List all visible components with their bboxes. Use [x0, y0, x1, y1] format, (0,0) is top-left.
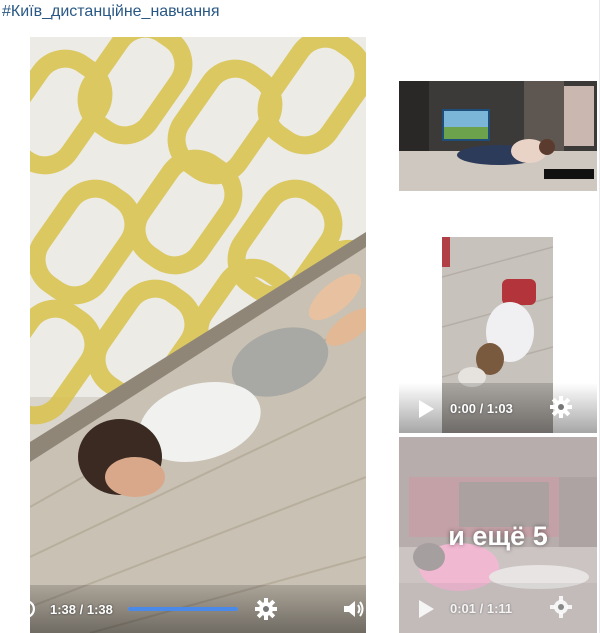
progress-bar[interactable]	[128, 607, 238, 611]
gear-icon[interactable]	[549, 595, 573, 619]
gear-icon[interactable]	[549, 395, 573, 419]
video-time: 0:00 / 1:03	[450, 401, 513, 416]
progress-fill	[128, 607, 238, 611]
gear-icon[interactable]	[254, 597, 278, 621]
photo-frame	[399, 81, 597, 191]
video-time: 1:38 / 1:38	[50, 602, 113, 617]
more-photos-label[interactable]: и ещё 5	[399, 521, 597, 552]
play-icon[interactable]	[417, 599, 435, 619]
main-video-frame	[30, 37, 366, 633]
thumbnail-video-more[interactable]: и ещё 5 0:01 / 1:11	[399, 437, 597, 633]
hashtag-link[interactable]: #Київ_дистанційне_навчання	[2, 1, 220, 23]
replay-icon[interactable]	[30, 597, 38, 621]
volume-icon[interactable]	[342, 597, 366, 621]
main-video-player[interactable]: 1:38 / 1:38	[30, 37, 366, 633]
thumbnail-photo[interactable]	[399, 81, 597, 191]
video-controls: 0:00 / 1:03	[399, 383, 597, 433]
video-controls: 1:38 / 1:38	[30, 585, 366, 633]
play-icon[interactable]	[417, 399, 435, 419]
video-time: 0:01 / 1:11	[450, 601, 513, 616]
